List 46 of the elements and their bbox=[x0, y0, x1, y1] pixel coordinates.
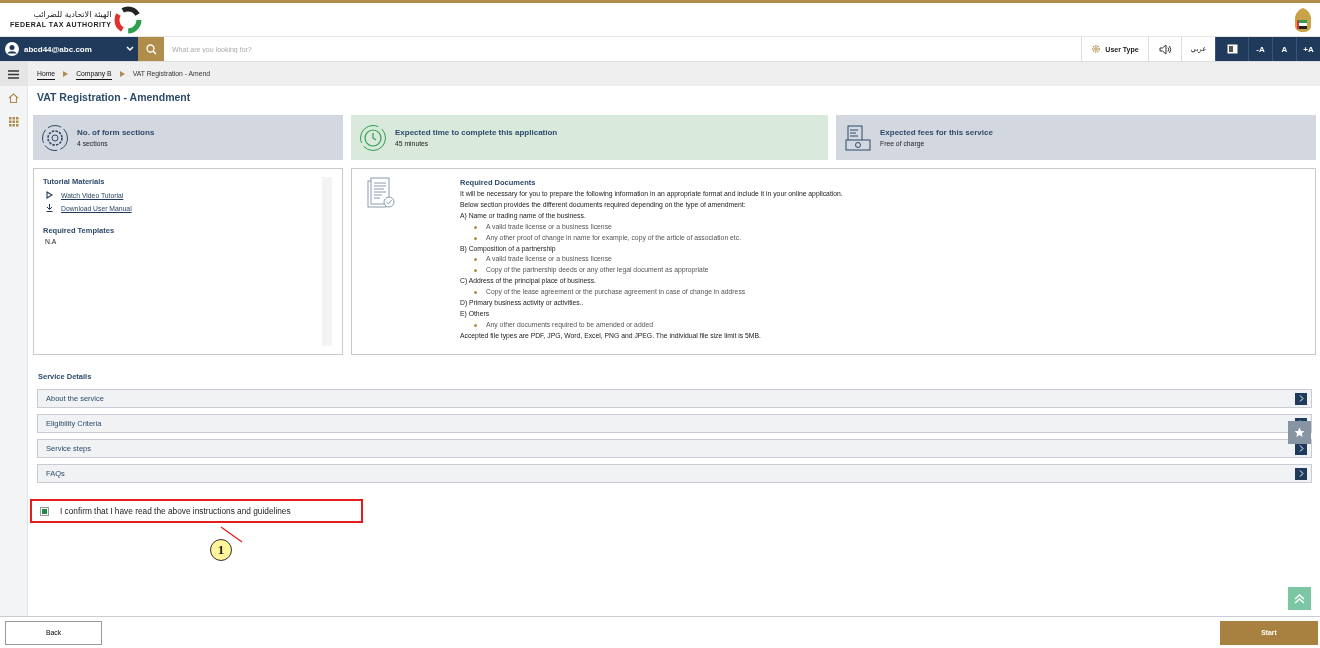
callout-number: 1 bbox=[210, 539, 232, 561]
gear-icon bbox=[41, 123, 69, 152]
bullet-icon bbox=[474, 236, 477, 240]
clock-icon bbox=[359, 123, 387, 152]
feedback-button[interactable] bbox=[1288, 421, 1311, 444]
logo-icon bbox=[114, 5, 143, 34]
bullet-icon bbox=[474, 323, 477, 327]
checkbox-label: I confirm that I have read the above instructions and guidelines bbox=[60, 506, 291, 516]
scroll-top-button[interactable] bbox=[1288, 587, 1311, 610]
gear-icon bbox=[1091, 44, 1102, 54]
chevron-icon bbox=[1295, 392, 1307, 405]
menu-icon[interactable] bbox=[8, 69, 19, 79]
emblem-icon bbox=[1292, 6, 1314, 33]
search-button[interactable] bbox=[138, 37, 164, 61]
double-chevron-icon bbox=[1294, 593, 1305, 604]
font-size-button[interactable]: A bbox=[1272, 37, 1296, 61]
chevron-icon bbox=[1295, 467, 1307, 480]
bullet-icon bbox=[474, 258, 477, 262]
font-size-button[interactable]: +A bbox=[1296, 37, 1320, 61]
card-title: Expected fees for this service bbox=[880, 128, 993, 137]
document-icon bbox=[366, 177, 396, 211]
speaker-icon bbox=[1158, 43, 1172, 55]
play-icon bbox=[46, 191, 53, 199]
avatar-icon bbox=[5, 42, 19, 56]
card-title: Expected time to complete this application bbox=[395, 128, 558, 137]
star-icon bbox=[1294, 427, 1305, 438]
font-size-button[interactable]: -A bbox=[1248, 37, 1272, 61]
caret-icon bbox=[126, 46, 134, 52]
contrast-button[interactable] bbox=[1215, 37, 1248, 61]
bullet-icon bbox=[474, 269, 477, 273]
home-icon[interactable] bbox=[8, 93, 19, 103]
leader-line bbox=[221, 527, 243, 543]
contrast-icon bbox=[1226, 44, 1238, 54]
breadcrumb-arrow-icon bbox=[63, 71, 69, 77]
logo-arabic-text: الهيئة الاتحادية للضرائب bbox=[33, 10, 112, 20]
search-icon bbox=[145, 43, 157, 55]
user-dropdown[interactable]: abcd44@abc.com bbox=[0, 37, 138, 61]
bullet-icon bbox=[474, 291, 477, 295]
grid-icon[interactable] bbox=[8, 117, 19, 127]
invoice-icon bbox=[844, 123, 872, 152]
checkbox[interactable] bbox=[40, 506, 49, 516]
card-title: No. of form sections bbox=[77, 128, 155, 137]
breadcrumb-arrow-icon bbox=[119, 71, 125, 77]
download-icon bbox=[46, 204, 53, 212]
page-title: VAT Registration - Amendment bbox=[37, 90, 192, 105]
bullet-icon bbox=[474, 225, 477, 229]
